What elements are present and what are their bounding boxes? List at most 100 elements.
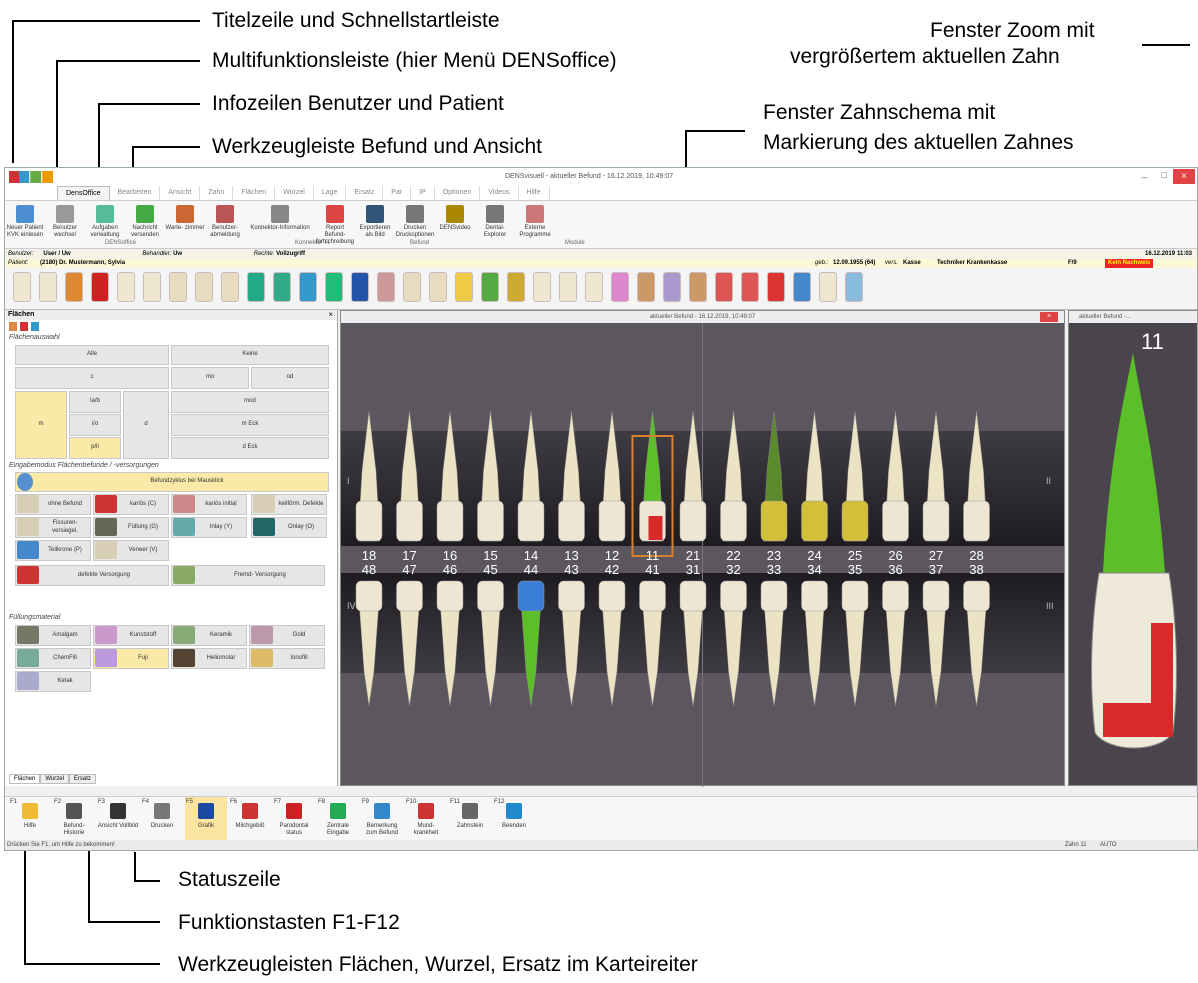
tooth-32-root[interactable] — [723, 600, 744, 707]
fkey-f10[interactable]: F10 Mund- krankheit — [405, 797, 447, 841]
tooth-13-crown[interactable] — [558, 500, 585, 542]
tooth-number-lower[interactable]: 47 — [395, 562, 425, 577]
tooth-42-crown[interactable] — [598, 580, 626, 612]
surface-od-button[interactable]: od — [251, 367, 329, 389]
tooth-33-root[interactable] — [763, 600, 785, 707]
tooth-44-root[interactable] — [520, 600, 542, 707]
surface-c-button[interactable]: c — [15, 367, 169, 389]
tooth-48-crown[interactable] — [355, 580, 383, 612]
toolbar-tooth-icon[interactable] — [13, 272, 31, 302]
tooth-number-upper[interactable]: 17 — [395, 548, 425, 563]
tooth-number-upper[interactable]: 13 — [557, 548, 587, 563]
tooth-31-crown[interactable] — [679, 580, 707, 612]
tooth-12-crown[interactable] — [598, 500, 626, 542]
tooth-32-crown[interactable] — [720, 580, 747, 612]
panel-close-icon[interactable]: × — [328, 310, 333, 319]
tooth-28-crown[interactable] — [963, 500, 990, 542]
toolbar-tooth-icon[interactable] — [481, 272, 499, 302]
toolbar-tooth-icon[interactable] — [767, 272, 785, 302]
tooth-21-crown[interactable] — [679, 500, 707, 542]
tooth-47-crown[interactable] — [396, 580, 423, 612]
fkey-f9[interactable]: F9 Bemerkung zum Befund — [361, 797, 403, 841]
tooth-number-upper[interactable]: 28 — [962, 548, 992, 563]
tooth-number-lower[interactable]: 46 — [435, 562, 465, 577]
tooth-31-root[interactable] — [682, 600, 704, 707]
toolbar-tooth-icon[interactable] — [403, 272, 421, 302]
tooth-number-upper[interactable]: 11 — [638, 548, 668, 563]
toolbar-tooth-icon[interactable] — [39, 272, 57, 302]
tooth-36-root[interactable] — [885, 600, 906, 707]
toolbar-tooth-icon[interactable] — [221, 272, 239, 302]
tooth-number-lower[interactable]: 42 — [597, 562, 627, 577]
tooth-44-crown[interactable] — [517, 580, 545, 612]
ribbon-button-10[interactable]: DENSvideo — [435, 201, 475, 248]
tooth-number-lower[interactable]: 48 — [354, 562, 384, 577]
surface-deck-button[interactable]: d Eck — [171, 437, 329, 459]
toolbar-tooth-icon[interactable] — [793, 272, 811, 302]
tooth-number-upper[interactable]: 15 — [476, 548, 506, 563]
tooth-number-lower[interactable]: 32 — [719, 562, 749, 577]
tooth-34-root[interactable] — [804, 600, 825, 707]
toolbar-tooth-icon[interactable] — [845, 272, 863, 302]
toolbar-tooth-icon[interactable] — [741, 272, 759, 302]
toolbar-tooth-icon[interactable] — [637, 272, 655, 302]
quick-access-icons[interactable] — [9, 171, 149, 183]
tooth-number-upper[interactable]: 27 — [921, 548, 951, 563]
tooth-18-crown[interactable] — [355, 500, 383, 542]
toolbar-tooth-icon[interactable] — [507, 272, 525, 302]
ribbon-button-8[interactable]: Exportieren als Bild — [355, 201, 395, 248]
surface-alle-button[interactable]: Alle — [15, 345, 169, 365]
close-icon[interactable]: × — [1173, 169, 1195, 184]
tooth-16-crown[interactable] — [436, 500, 464, 542]
tooth-36-crown[interactable] — [882, 580, 909, 612]
tooth-23-crown[interactable] — [760, 500, 788, 542]
tooth-37-crown[interactable] — [922, 580, 950, 612]
tooth-number-upper[interactable]: 23 — [759, 548, 789, 563]
befundzyklus-button[interactable]: Befundzyklus bei Mausklick — [15, 472, 329, 492]
fkey-f5[interactable]: F5 Grafik — [185, 797, 227, 841]
maximize-icon[interactable]: □ — [1162, 170, 1167, 180]
tooth-27-crown[interactable] — [922, 500, 950, 542]
toolbar-tooth-icon[interactable] — [143, 272, 161, 302]
tooth-26-crown[interactable] — [882, 500, 909, 542]
fkey-f11[interactable]: F11 Zahnstein — [449, 797, 491, 841]
tooth-number-upper[interactable]: 12 — [597, 548, 627, 563]
toolbar-tooth-icon[interactable] — [273, 272, 291, 302]
toolbar-tooth-icon[interactable] — [325, 272, 343, 302]
tooth-number-lower[interactable]: 37 — [921, 562, 951, 577]
toolbar-tooth-icon[interactable] — [533, 272, 551, 302]
fkey-f6[interactable]: F6 Milchgebiß — [229, 797, 271, 841]
minimize-icon[interactable]: _ — [1142, 168, 1147, 178]
tab-ip[interactable]: IP — [411, 186, 435, 200]
ribbon-button-0[interactable]: Neuer Patient KVK einlesen — [5, 201, 45, 248]
fkey-f2[interactable]: F2 Befund- Historie — [53, 797, 95, 841]
ribbon-button-12[interactable]: Externe Programme — [515, 201, 555, 248]
tooth-number-upper[interactable]: 14 — [516, 548, 546, 563]
tooth-46-crown[interactable] — [436, 580, 464, 612]
tooth-22-crown[interactable] — [720, 500, 747, 542]
toolbar-tooth-icon[interactable] — [559, 272, 577, 302]
toolbar-tooth-icon[interactable] — [819, 272, 837, 302]
ribbon-button-11[interactable]: Dental- Explorer — [475, 201, 515, 248]
toolbar-tooth-icon[interactable] — [377, 272, 395, 302]
surface-m-button[interactable]: m — [15, 391, 67, 459]
tooth-35-crown[interactable] — [841, 580, 869, 612]
tooth-number-lower[interactable]: 35 — [840, 562, 870, 577]
fkey-f7[interactable]: F7 Parodontal status — [273, 797, 315, 841]
toolbar-tooth-icon[interactable] — [195, 272, 213, 302]
toolbar-tooth-icon[interactable] — [689, 272, 707, 302]
tab-videos[interactable]: Videos — [480, 186, 519, 200]
toolbar-tooth-icon[interactable] — [429, 272, 447, 302]
tooth-number-lower[interactable]: 43 — [557, 562, 587, 577]
surface-io-button[interactable]: i/o — [69, 414, 121, 436]
tooth-number-lower[interactable]: 38 — [962, 562, 992, 577]
tooth-number-upper[interactable]: 18 — [354, 548, 384, 563]
tab-wurzel[interactable]: Wurzel — [275, 186, 314, 200]
tab-par[interactable]: Par — [383, 186, 412, 200]
tooth-number-upper[interactable]: 22 — [719, 548, 749, 563]
tooth-15-crown[interactable] — [477, 500, 504, 542]
fkey-f3[interactable]: F3 Ansicht Vollbild — [97, 797, 139, 841]
tooth-number-upper[interactable]: 21 — [678, 548, 708, 563]
tooth-43-crown[interactable] — [558, 580, 585, 612]
tooth-42-root[interactable] — [601, 600, 623, 707]
